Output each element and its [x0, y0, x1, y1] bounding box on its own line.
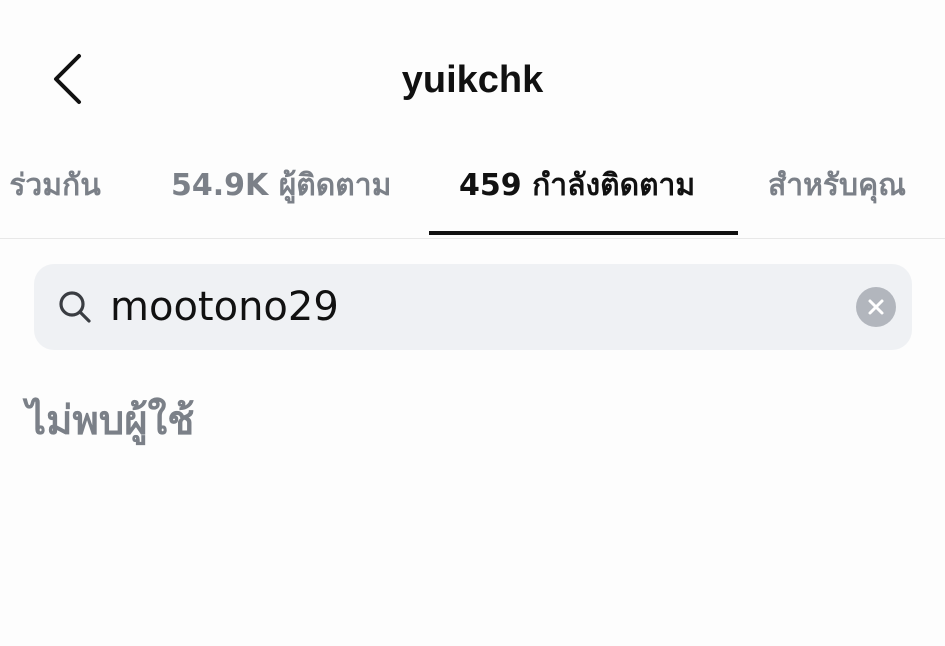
search-icon — [59, 291, 91, 323]
tab-mutual[interactable]: 2 ร่วมกัน — [0, 150, 101, 238]
tab-followers[interactable]: 54.9K ผู้ติดตาม — [171, 150, 391, 238]
active-tab-indicator — [429, 231, 738, 235]
tab-bar: 2 ร่วมกัน 54.9K ผู้ติดตาม 459 กำลังติดตา… — [0, 150, 945, 239]
tab-following[interactable]: 459 กำลังติดตาม — [459, 150, 695, 238]
clear-icon — [868, 299, 884, 315]
clear-search-button[interactable] — [856, 287, 896, 327]
page-title: yuikchk — [401, 59, 544, 101]
tab-for-you[interactable]: สำหรับคุณ — [768, 150, 906, 238]
search-bar — [34, 264, 912, 350]
header: yuikchk — [0, 0, 945, 150]
empty-results-message: ไม่พบผู้ใช้ — [26, 398, 195, 444]
search-input[interactable] — [110, 278, 830, 336]
